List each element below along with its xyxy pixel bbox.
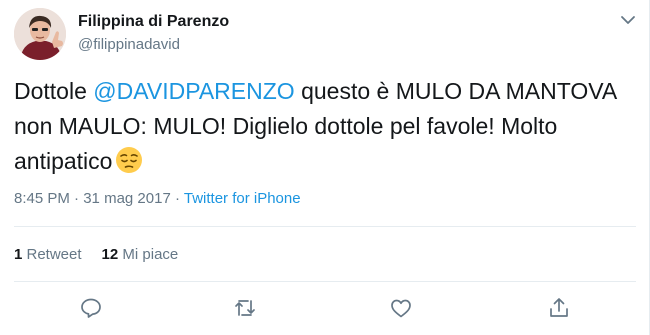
avatar[interactable] (14, 8, 66, 60)
meta-separator: · (69, 190, 84, 207)
tweet-text: Dottole @DAVIDPARENZO questo è MULO DA M… (14, 74, 624, 179)
tweet-text-start: Dottole (14, 78, 94, 104)
tweet-stats: 1 Retweet 12 Mi piace (14, 246, 178, 263)
meta-separator-2: · (170, 190, 184, 207)
pensive-face-emoji (115, 146, 143, 174)
like-label: Mi piace (118, 246, 179, 263)
like-count: 12 (101, 246, 119, 263)
retweet-label: Retweet (22, 246, 82, 263)
display-name[interactable]: Filippina di Parenzo (78, 13, 229, 31)
tweet-date[interactable]: 31 mag 2017 (83, 190, 171, 207)
tweet-card: Filippina di Parenzo @filippinadavid Dot… (0, 0, 650, 335)
divider (14, 281, 636, 282)
like-stat[interactable]: 12 Mi piace (102, 246, 179, 263)
like-icon[interactable] (389, 296, 413, 320)
tweet-source-link[interactable]: Twitter for iPhone (184, 190, 301, 207)
reply-icon[interactable] (79, 296, 103, 320)
chevron-down-icon[interactable] (620, 14, 636, 26)
user-handle[interactable]: @filippinadavid (78, 36, 180, 53)
divider (14, 226, 636, 227)
tweet-meta: 8:45 PM · 31 mag 2017 · Twitter for iPho… (14, 190, 301, 207)
tweet-time[interactable]: 8:45 PM (14, 190, 70, 207)
share-icon[interactable] (547, 296, 571, 320)
mention-link[interactable]: @DAVIDPARENZO (93, 78, 294, 104)
retweet-stat[interactable]: 1 Retweet (14, 246, 82, 263)
retweet-icon[interactable] (233, 296, 257, 320)
